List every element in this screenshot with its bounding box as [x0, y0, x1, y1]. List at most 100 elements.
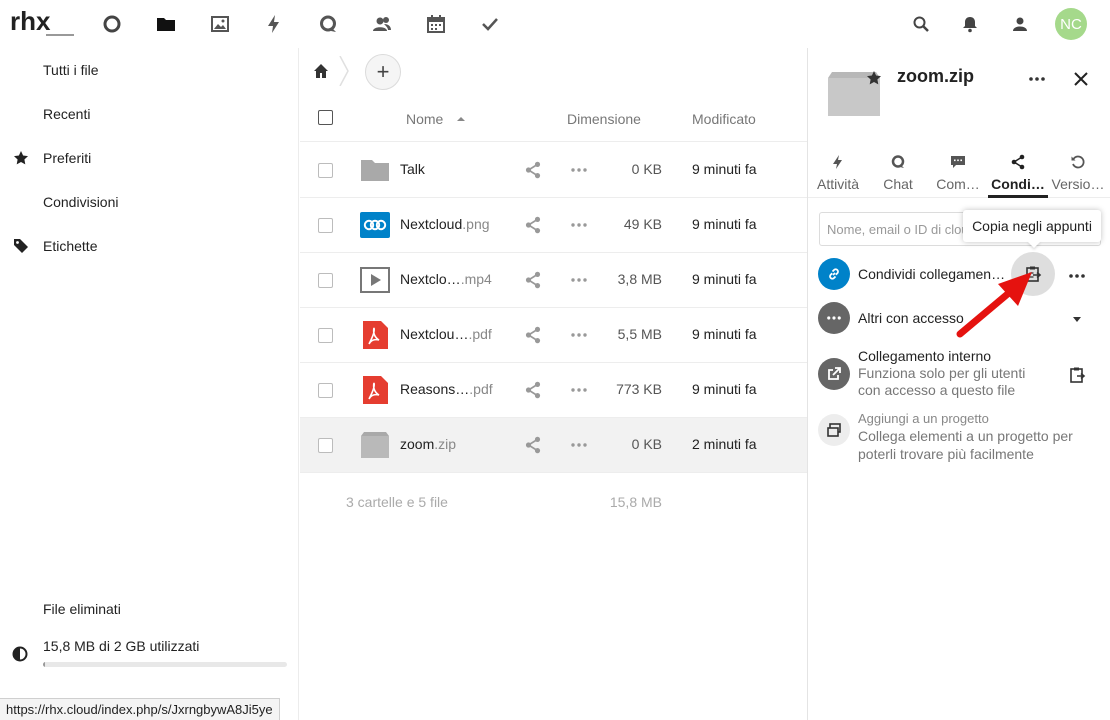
pdf-file-icon [363, 321, 388, 349]
column-modified[interactable]: Modificato [692, 111, 756, 127]
file-extension: .pdf [468, 326, 492, 342]
nav-label: Recenti [43, 106, 91, 122]
nav-item-trash[interactable]: File eliminati [0, 587, 299, 631]
more-icon[interactable] [570, 216, 588, 234]
nav-item-tags[interactable]: Etichette [0, 224, 299, 268]
favorite-star-icon[interactable] [866, 70, 882, 86]
notifications-button[interactable] [958, 12, 982, 36]
file-extension: .png [462, 216, 490, 232]
app-photos[interactable] [208, 12, 232, 36]
nav-item-recent[interactable]: Recenti [0, 92, 299, 136]
app-activity[interactable] [262, 12, 286, 36]
share-icon[interactable] [524, 381, 542, 399]
share-link-more-button[interactable] [1066, 265, 1088, 287]
share-icon[interactable] [524, 271, 542, 289]
tab-label: Versio… [1051, 176, 1105, 192]
search-button[interactable] [909, 12, 933, 36]
app-files[interactable] [154, 12, 178, 36]
sidebar-file-title: zoom.zip [897, 66, 974, 86]
chevron-down-icon[interactable] [1073, 317, 1081, 322]
file-row[interactable]: Nextclo….mp4 3,8 MB 9 minuti fa [300, 253, 807, 308]
tab-versions[interactable]: Versio… [1048, 148, 1108, 198]
app-tasks[interactable] [478, 12, 502, 36]
share-icon[interactable] [524, 161, 542, 179]
row-checkbox[interactable] [318, 218, 333, 233]
internal-link-entry: Collegamento interno Funziona solo per g… [808, 346, 1110, 402]
tab-label: Chat [883, 176, 913, 192]
add-to-project-entry[interactable]: Aggiungi a un progetto Collega elementi … [808, 410, 1110, 466]
contacts-menu-icon [1013, 17, 1027, 31]
link-icon-badge [818, 258, 850, 290]
row-checkbox[interactable] [318, 438, 333, 453]
status-bar-url: https://rhx.cloud/index.php/s/JxrngbywA8… [0, 698, 280, 720]
nav-item-all-files[interactable]: Tutti i file [0, 48, 299, 92]
file-row[interactable]: Talk 0 KB 9 minuti fa [300, 143, 807, 198]
sort-ascending-icon [457, 117, 465, 121]
row-checkbox[interactable] [318, 328, 333, 343]
share-icon[interactable] [524, 436, 542, 454]
share-icon[interactable] [524, 216, 542, 234]
internal-link-subtitle-2: con accesso a questo file [858, 382, 1016, 398]
file-name[interactable]: Nextclou….pdf [400, 326, 492, 342]
contacts-menu-button[interactable] [1008, 12, 1032, 36]
file-name[interactable]: Nextclo….mp4 [400, 271, 492, 287]
file-row[interactable]: Reasons….pdf 773 KB 9 minuti fa [300, 363, 807, 418]
user-avatar[interactable]: NC [1055, 8, 1087, 40]
logo-text: rhx [10, 8, 51, 36]
row-checkbox[interactable] [318, 163, 333, 178]
row-checkbox[interactable] [318, 383, 333, 398]
file-size: 0 KB [631, 161, 662, 177]
circle-icon [103, 15, 121, 33]
calendar-icon [427, 15, 445, 33]
new-file-button[interactable]: + [365, 54, 401, 90]
tab-activity[interactable]: Attività [808, 148, 868, 198]
quota-progress-fill [43, 662, 45, 667]
sidebar-more-button[interactable] [1026, 68, 1048, 90]
nav-label: Condivisioni [43, 194, 119, 210]
app-dashboard[interactable] [100, 12, 124, 36]
file-name[interactable]: Talk [400, 161, 425, 177]
tab-sharing[interactable]: Condi… [988, 148, 1048, 198]
file-name[interactable]: zoom.zip [400, 436, 456, 452]
more-icon[interactable] [570, 436, 588, 454]
row-checkbox[interactable] [318, 273, 333, 288]
logo[interactable]: rhx [10, 8, 76, 40]
app-calendar[interactable] [424, 12, 448, 36]
folder-file-icon [361, 160, 389, 181]
plus-icon: + [376, 59, 390, 84]
more-icon[interactable] [570, 326, 588, 344]
file-size: 49 KB [623, 216, 662, 232]
bolt-icon [833, 155, 842, 169]
tab-comments[interactable]: Com… [928, 148, 988, 198]
tooltip-caret [1027, 241, 1041, 248]
app-talk[interactable] [316, 12, 340, 36]
chat-icon [320, 15, 336, 32]
file-size: 5,5 MB [617, 326, 662, 342]
column-name[interactable]: Nome [406, 111, 443, 127]
file-extension: .zip [434, 436, 457, 452]
more-icon[interactable] [570, 161, 588, 179]
file-name[interactable]: Reasons….pdf [400, 381, 493, 397]
file-row[interactable]: zoom.zip 0 KB 2 minuti fa [300, 418, 807, 473]
tab-chat[interactable]: Chat [868, 148, 928, 198]
image-file-icon [360, 212, 390, 238]
column-size[interactable]: Dimensione [567, 111, 641, 127]
nav-item-shares[interactable]: Condivisioni [0, 180, 299, 224]
nav-item-favorites[interactable]: Preferiti [0, 136, 299, 180]
share-icon[interactable] [524, 326, 542, 344]
more-icon[interactable] [570, 381, 588, 399]
copy-internal-link-icon[interactable] [1068, 366, 1086, 384]
file-modified: 9 minuti fa [692, 161, 757, 177]
file-list-panel: + Nome Dimensione Modificato Talk 0 KB 9 m… [300, 48, 807, 720]
more-icon[interactable] [570, 271, 588, 289]
select-all-checkbox[interactable] [318, 110, 333, 125]
file-name[interactable]: Nextcloud.png [400, 216, 490, 232]
app-contacts[interactable] [370, 12, 394, 36]
home-icon[interactable] [312, 62, 330, 80]
share-icon [1011, 154, 1025, 170]
file-row[interactable]: Nextcloud.png 49 KB 9 minuti fa [300, 198, 807, 253]
sidebar-tabs: Attività Chat Com… Condi… Versio… [808, 148, 1110, 198]
file-row[interactable]: Nextclou….pdf 5,5 MB 9 minuti fa [300, 308, 807, 363]
sidebar-close-button[interactable] [1070, 68, 1092, 90]
copy-tooltip: Copia negli appunti [963, 210, 1101, 242]
